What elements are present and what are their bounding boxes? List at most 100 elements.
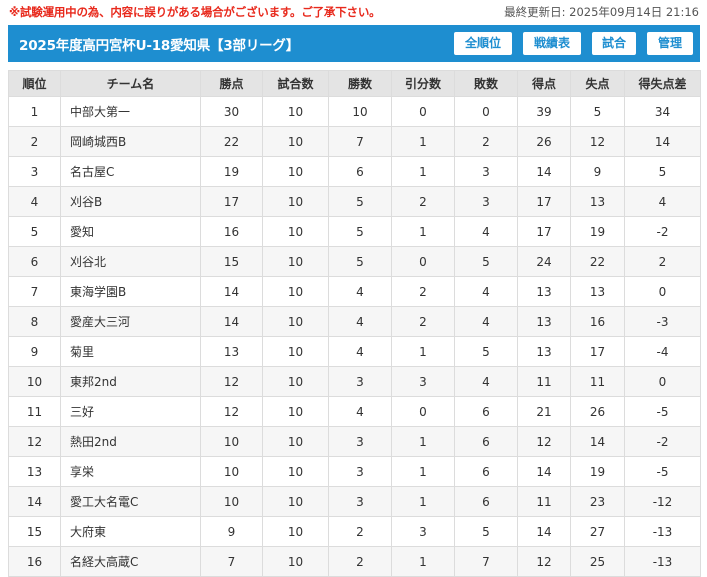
cell-draws: 2 <box>391 306 455 337</box>
cell-wins: 10 <box>328 96 392 127</box>
cell-points: 17 <box>200 186 263 217</box>
cell-team-name: 中部大第一 <box>60 96 201 127</box>
cell-points: 14 <box>200 276 263 307</box>
cell-losses: 4 <box>454 366 518 397</box>
top-bar: ※試験運用中の為、内容に誤りがある場合がございます。ご了承下さい。 最終更新日:… <box>0 0 707 22</box>
cell-goals-for: 26 <box>517 126 571 157</box>
last-updated: 最終更新日: 2025年09月14日 21:16 <box>504 5 699 19</box>
cell-losses: 6 <box>454 426 518 457</box>
cell-team-name: 名古屋C <box>60 156 201 187</box>
cell-losses: 7 <box>454 546 518 577</box>
table-row: 14 愛工大名電C 10 10 3 1 6 11 23 -12 <box>8 486 701 517</box>
league-title: 2025年度高円宮杯U-18愛知県【3部リーグ】 <box>19 38 300 54</box>
column-header-rank: 順位 <box>8 70 61 97</box>
cell-losses: 5 <box>454 516 518 547</box>
cell-points: 22 <box>200 126 263 157</box>
cell-points: 16 <box>200 216 263 247</box>
cell-goals-for: 11 <box>517 486 571 517</box>
column-header-draws: 引分数 <box>391 70 455 97</box>
cell-wins: 2 <box>328 546 392 577</box>
table-row: 1 中部大第一 30 10 10 0 0 39 5 34 <box>8 96 701 127</box>
cell-goals-against: 9 <box>570 156 625 187</box>
all-standings-button[interactable]: 全順位 <box>454 32 512 55</box>
cell-rank: 7 <box>8 276 61 307</box>
cell-points: 15 <box>200 246 263 277</box>
cell-team-name: 大府東 <box>60 516 201 547</box>
table-row: 10 東邦2nd 12 10 3 3 4 11 11 0 <box>8 366 701 397</box>
table-row: 15 大府東 9 10 2 3 5 14 27 -13 <box>8 516 701 547</box>
cell-team-name: 刈谷北 <box>60 246 201 277</box>
cell-wins: 3 <box>328 426 392 457</box>
cell-goals-for: 17 <box>517 186 571 217</box>
cell-played: 10 <box>262 246 329 277</box>
cell-goals-against: 19 <box>570 456 625 487</box>
cell-goals-for: 13 <box>517 306 571 337</box>
cell-losses: 5 <box>454 246 518 277</box>
cell-goals-for: 13 <box>517 336 571 367</box>
cell-goals-against: 16 <box>570 306 625 337</box>
cell-team-name: 三好 <box>60 396 201 427</box>
cell-wins: 3 <box>328 486 392 517</box>
cell-losses: 4 <box>454 216 518 247</box>
cell-rank: 12 <box>8 426 61 457</box>
cell-played: 10 <box>262 486 329 517</box>
cell-draws: 1 <box>391 486 455 517</box>
admin-button[interactable]: 管理 <box>647 32 693 55</box>
cell-wins: 4 <box>328 276 392 307</box>
column-header-goals-for: 得点 <box>517 70 571 97</box>
cell-team-name: 菊里 <box>60 336 201 367</box>
cell-goal-difference: 0 <box>624 276 701 307</box>
cell-played: 10 <box>262 426 329 457</box>
cell-losses: 3 <box>454 186 518 217</box>
cell-team-name: 岡崎城西B <box>60 126 201 157</box>
table-body: 1 中部大第一 30 10 10 0 0 39 5 34 2 岡崎城西B 22 10 7 1 2 26 12 14 3 名… <box>8 96 701 577</box>
cell-played: 10 <box>262 216 329 247</box>
cell-team-name: 刈谷B <box>60 186 201 217</box>
cell-team-name: 東海学園B <box>60 276 201 307</box>
standings-table: 順位 チーム名 勝点 試合数 勝数 引分数 敗数 得点 失点 得失点差 1 中部大第一 30 10 10 0… <box>8 70 701 577</box>
cell-goal-difference: -2 <box>624 216 701 247</box>
cell-losses: 6 <box>454 396 518 427</box>
cell-team-name: 享栄 <box>60 456 201 487</box>
cell-goals-for: 14 <box>517 156 571 187</box>
cell-goals-against: 26 <box>570 396 625 427</box>
table-row: 11 三好 12 10 4 0 6 21 26 -5 <box>8 396 701 427</box>
table-row: 7 東海学園B 14 10 4 2 4 13 13 0 <box>8 276 701 307</box>
cell-draws: 3 <box>391 516 455 547</box>
cell-draws: 1 <box>391 546 455 577</box>
cell-played: 10 <box>262 156 329 187</box>
cell-wins: 4 <box>328 306 392 337</box>
table-row: 3 名古屋C 19 10 6 1 3 14 9 5 <box>8 156 701 187</box>
cell-wins: 4 <box>328 336 392 367</box>
cell-draws: 1 <box>391 456 455 487</box>
table-header-row: 順位 チーム名 勝点 試合数 勝数 引分数 敗数 得点 失点 得失点差 <box>8 70 701 97</box>
cell-draws: 0 <box>391 396 455 427</box>
results-table-button[interactable]: 戦績表 <box>523 32 581 55</box>
column-header-goal-difference: 得失点差 <box>624 70 701 97</box>
cell-draws: 2 <box>391 186 455 217</box>
cell-rank: 2 <box>8 126 61 157</box>
cell-goals-against: 22 <box>570 246 625 277</box>
cell-wins: 2 <box>328 516 392 547</box>
table-row: 16 名経大高蔵C 7 10 2 1 7 12 25 -13 <box>8 546 701 577</box>
cell-played: 10 <box>262 546 329 577</box>
cell-losses: 4 <box>454 276 518 307</box>
cell-team-name: 東邦2nd <box>60 366 201 397</box>
cell-played: 10 <box>262 366 329 397</box>
cell-goal-difference: 5 <box>624 156 701 187</box>
cell-goal-difference: 34 <box>624 96 701 127</box>
cell-losses: 5 <box>454 336 518 367</box>
cell-points: 7 <box>200 546 263 577</box>
matches-button[interactable]: 試合 <box>592 32 636 55</box>
cell-points: 10 <box>200 426 263 457</box>
cell-goals-against: 12 <box>570 126 625 157</box>
cell-rank: 10 <box>8 366 61 397</box>
trial-notice: ※試験運用中の為、内容に誤りがある場合がございます。ご了承下さい。 <box>9 5 381 19</box>
cell-team-name: 愛工大名電C <box>60 486 201 517</box>
cell-goals-against: 25 <box>570 546 625 577</box>
table-row: 5 愛知 16 10 5 1 4 17 19 -2 <box>8 216 701 247</box>
cell-goals-for: 11 <box>517 366 571 397</box>
column-header-wins: 勝数 <box>328 70 392 97</box>
cell-wins: 5 <box>328 216 392 247</box>
table-row: 13 享栄 10 10 3 1 6 14 19 -5 <box>8 456 701 487</box>
